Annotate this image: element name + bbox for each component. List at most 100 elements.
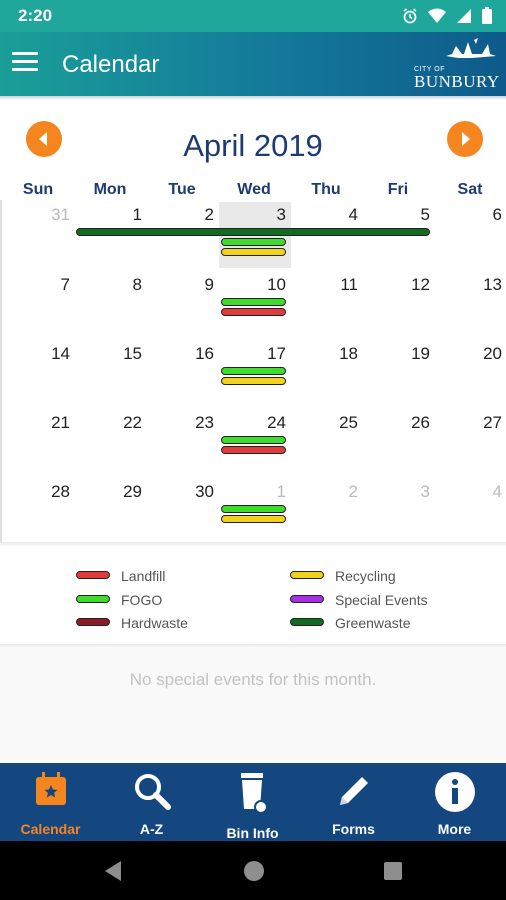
greenwaste-bar xyxy=(76,228,430,236)
weekday-mon: Mon xyxy=(93,181,127,198)
home-icon[interactable] xyxy=(242,859,266,883)
pencil-icon xyxy=(339,777,368,805)
legend-label: Greenwaste xyxy=(335,615,411,631)
day-cell[interactable]: 19 xyxy=(362,344,430,364)
recycling-bar xyxy=(221,248,286,256)
fogo-bar xyxy=(221,238,286,246)
day-cell[interactable]: 12 xyxy=(362,275,430,295)
weekday-wed: Wed xyxy=(237,181,271,198)
tab-more[interactable]: More xyxy=(404,763,505,841)
bottom-navigation: Calendar A-Z Bin Info Forms More xyxy=(0,763,506,841)
day-cell[interactable]: 17 xyxy=(218,344,286,364)
legend-swatch xyxy=(290,618,324,626)
legend-swatch xyxy=(76,571,110,579)
signal-icon xyxy=(457,8,471,23)
day-cell[interactable]: 30 xyxy=(146,482,214,502)
tab-forms[interactable]: Forms xyxy=(303,763,404,841)
recycling-bar xyxy=(221,515,286,523)
fogo-bar xyxy=(221,436,286,444)
day-cell[interactable]: 2 xyxy=(290,482,358,502)
city-logo: CITY OF BUNBURY xyxy=(414,38,500,92)
fogo-bar xyxy=(221,505,286,513)
day-cell[interactable]: 7 xyxy=(2,275,70,295)
day-cell[interactable]: 4 xyxy=(290,205,358,225)
wifi-icon xyxy=(428,8,446,23)
day-cell[interactable]: 3 xyxy=(362,482,430,502)
day-cell-today[interactable]: 3 xyxy=(218,205,286,225)
landfill-bar xyxy=(221,446,286,454)
bunbury-emblem-icon xyxy=(446,38,496,58)
legend-label: Hardwaste xyxy=(121,615,188,631)
bin-icon xyxy=(240,773,268,814)
day-cell[interactable]: 10 xyxy=(218,275,286,295)
recents-icon[interactable] xyxy=(383,861,403,881)
tab-label: Forms xyxy=(332,821,375,837)
weekday-sat: Sat xyxy=(457,181,483,198)
day-cell[interactable]: 1 xyxy=(218,482,286,502)
day-cell[interactable]: 22 xyxy=(74,413,142,433)
no-events-message: No special events for this month. xyxy=(129,670,377,689)
fogo-bar xyxy=(221,367,286,375)
app-bar: Calendar CITY OF BUNBURY xyxy=(0,32,506,96)
day-cell[interactable]: 26 xyxy=(362,413,430,433)
calendar-icon xyxy=(35,772,66,805)
tab-label: Bin Info xyxy=(226,825,279,841)
recycling-bar xyxy=(221,377,286,385)
day-cell[interactable]: 1 xyxy=(74,205,142,225)
fogo-bar xyxy=(221,298,286,306)
logo-main-text: BUNBURY xyxy=(414,72,500,91)
day-cell[interactable]: 28 xyxy=(2,482,70,502)
legend-swatch xyxy=(290,595,324,603)
search-icon xyxy=(134,774,171,810)
landfill-bar xyxy=(221,308,286,316)
day-cell[interactable]: 20 xyxy=(434,344,502,364)
day-cell[interactable]: 29 xyxy=(74,482,142,502)
day-cell[interactable]: 15 xyxy=(74,344,142,364)
tab-a-z[interactable]: A-Z xyxy=(101,763,202,841)
day-cell[interactable]: 4 xyxy=(434,482,502,502)
day-cell[interactable]: 11 xyxy=(290,275,358,295)
day-cell[interactable]: 21 xyxy=(2,413,70,433)
day-cell[interactable]: 31 xyxy=(2,205,70,225)
legend-swatch xyxy=(76,595,110,603)
day-cell[interactable]: 9 xyxy=(146,275,214,295)
legend-label: Landfill xyxy=(121,568,166,584)
status-time: 2:20 xyxy=(18,6,53,25)
day-cell[interactable]: 5 xyxy=(362,205,430,225)
next-month-button[interactable] xyxy=(447,121,483,157)
day-cell[interactable]: 25 xyxy=(290,413,358,433)
menu-button[interactable] xyxy=(12,52,38,74)
day-cell[interactable]: 13 xyxy=(434,275,502,295)
tab-label: A-Z xyxy=(139,821,164,837)
app-bar-shadow xyxy=(0,96,506,100)
weekday-thu: Thu xyxy=(311,181,341,198)
day-cell[interactable]: 18 xyxy=(290,344,358,364)
weekday-sun: Sun xyxy=(22,181,54,198)
day-cell[interactable]: 24 xyxy=(218,413,286,433)
day-cell[interactable]: 8 xyxy=(74,275,142,295)
tab-label: Calendar xyxy=(20,821,81,837)
weekday-fri: Fri xyxy=(387,181,409,198)
tab-bin-info[interactable]: Bin Info xyxy=(202,763,303,841)
legend-label: Recycling xyxy=(335,568,396,584)
info-icon xyxy=(434,772,475,812)
system-nav-bar xyxy=(0,841,506,900)
alarm-icon xyxy=(403,7,417,23)
status-bar: 2:20 xyxy=(0,0,506,32)
status-icons xyxy=(402,7,492,24)
battery-icon xyxy=(482,7,492,24)
tab-calendar[interactable]: Calendar xyxy=(0,763,101,841)
legend-swatch xyxy=(290,571,324,579)
day-cell[interactable]: 27 xyxy=(434,413,502,433)
legend-label: Special Events xyxy=(335,592,428,608)
day-cell[interactable]: 2 xyxy=(146,205,214,225)
events-panel xyxy=(0,648,506,760)
day-cell[interactable]: 16 xyxy=(146,344,214,364)
day-cell[interactable]: 6 xyxy=(434,205,502,225)
tab-label: More xyxy=(437,821,472,837)
day-cell[interactable]: 23 xyxy=(146,413,214,433)
day-cell[interactable]: 14 xyxy=(2,344,70,364)
section-divider xyxy=(0,542,506,546)
back-icon[interactable] xyxy=(101,859,123,883)
month-title: April 2019 xyxy=(183,128,323,163)
